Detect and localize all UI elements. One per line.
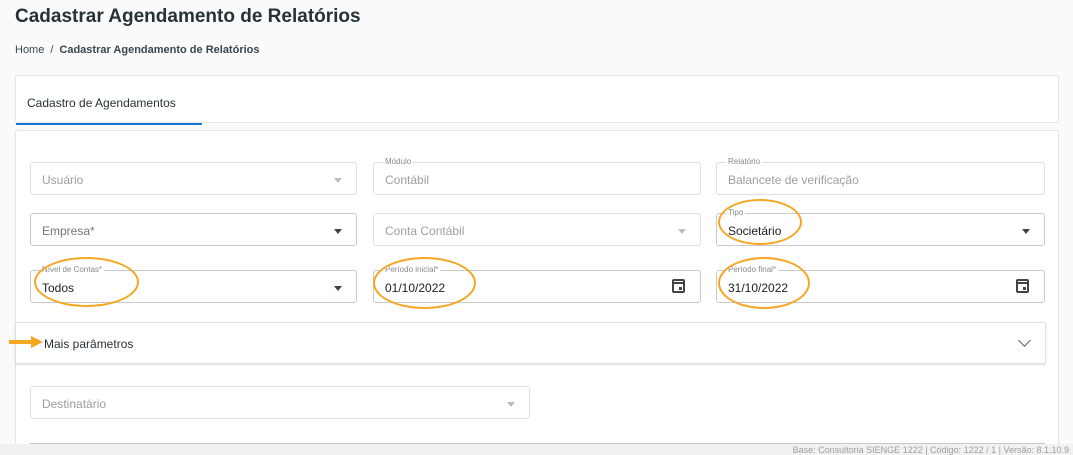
breadcrumb: Home / Cadastrar Agendamento de Relatórios bbox=[15, 44, 260, 56]
chevron-down-icon bbox=[334, 229, 342, 234]
mais-parametros-label: Mais parâmetros bbox=[44, 337, 134, 351]
tipo-select[interactable]: Tipo Societário bbox=[716, 208, 1045, 246]
periodo-final-label: Período final* bbox=[726, 265, 779, 275]
calendar-icon[interactable] bbox=[1016, 279, 1029, 293]
page-title: Cadastrar Agendamento de Relatórios bbox=[15, 6, 361, 27]
modulo-value: Contábil bbox=[385, 173, 430, 187]
conta-contabil-select[interactable]: Conta Contábil bbox=[373, 213, 701, 246]
chevron-down-icon bbox=[334, 286, 342, 291]
periodo-final-value: 31/10/2022 bbox=[728, 281, 789, 295]
chevron-down-icon bbox=[1022, 229, 1030, 234]
footer-text: Base: Consultoria SIENGE 1222 | Código: … bbox=[792, 445, 1069, 455]
destinatario-select[interactable]: Destinatário bbox=[30, 386, 530, 419]
usuario-select[interactable]: Usuário bbox=[30, 162, 357, 195]
periodo-final-input[interactable]: Período final* 31/10/2022 bbox=[716, 265, 1045, 303]
arrow-annotation-icon bbox=[9, 336, 43, 348]
periodo-inicial-input[interactable]: Período inicial* 01/10/2022 bbox=[373, 265, 701, 303]
modulo-field: Módulo Contábil bbox=[373, 157, 701, 195]
relatorio-field: Relatório Balancete de verificação bbox=[716, 157, 1045, 195]
relatorio-label: Relatório bbox=[726, 157, 763, 167]
empresa-placeholder: Empresa* bbox=[42, 224, 95, 238]
tipo-label: Tipo bbox=[726, 208, 746, 218]
periodo-inicial-value: 01/10/2022 bbox=[385, 281, 446, 295]
nivel-contas-value: Todos bbox=[42, 281, 75, 295]
tab-label: Cadastro de Agendamentos bbox=[27, 96, 176, 110]
tabs-card: Cadastro de Agendamentos bbox=[15, 75, 1059, 125]
breadcrumb-separator: / bbox=[50, 44, 54, 56]
calendar-icon[interactable] bbox=[672, 279, 685, 293]
destinatario-placeholder: Destinatário bbox=[42, 397, 107, 411]
nivel-contas-label: Nível de Contas* bbox=[40, 265, 105, 275]
chevron-down-icon bbox=[678, 229, 686, 234]
tab-active-indicator bbox=[16, 123, 202, 125]
chevron-down-icon bbox=[507, 402, 515, 407]
periodo-inicial-label: Período inicial* bbox=[383, 265, 441, 275]
expand-chevron-icon bbox=[1018, 334, 1031, 347]
footer: Base: Consultoria SIENGE 1222 | Código: … bbox=[0, 444, 1073, 455]
mais-parametros-expander[interactable]: Mais parâmetros bbox=[15, 322, 1046, 364]
conta-contabil-placeholder: Conta Contábil bbox=[385, 224, 465, 238]
relatorio-value: Balancete de verificação bbox=[728, 173, 859, 187]
breadcrumb-home[interactable]: Home bbox=[15, 44, 44, 56]
chevron-down-icon bbox=[334, 178, 342, 183]
modulo-label: Módulo bbox=[383, 157, 414, 167]
nivel-contas-select[interactable]: Nível de Contas* Todos bbox=[30, 265, 357, 303]
usuario-placeholder: Usuário bbox=[42, 173, 84, 187]
tipo-value: Societário bbox=[728, 224, 782, 238]
breadcrumb-current: Cadastrar Agendamento de Relatórios bbox=[59, 44, 260, 56]
tab-cadastro-agendamentos[interactable]: Cadastro de Agendamentos bbox=[16, 76, 202, 125]
empresa-select[interactable]: Empresa* bbox=[30, 213, 357, 246]
